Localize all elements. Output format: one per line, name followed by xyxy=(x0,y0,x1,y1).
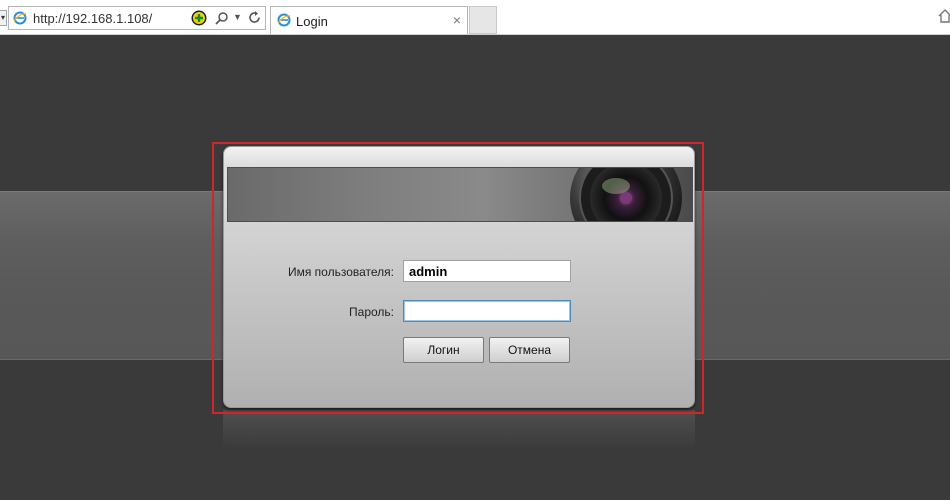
chevron-down-icon[interactable]: ▾ xyxy=(0,10,7,26)
tab-login[interactable]: Login × xyxy=(270,6,468,34)
home-icon[interactable] xyxy=(938,8,950,24)
panel-reflection xyxy=(223,410,695,450)
search-icon[interactable] xyxy=(215,11,229,25)
go-icon[interactable] xyxy=(191,10,207,26)
browser-chrome: ▾ http://192.168.1.108/ ▼ Login × xyxy=(0,0,950,35)
new-tab-button[interactable] xyxy=(469,6,497,34)
close-icon[interactable]: × xyxy=(453,12,461,28)
tab-title: Login xyxy=(296,14,328,29)
ie-icon xyxy=(13,11,27,25)
url-text[interactable]: http://192.168.1.108/ xyxy=(33,11,152,26)
ie-icon xyxy=(277,13,291,27)
dropdown-icon[interactable]: ▼ xyxy=(233,12,242,22)
highlight-frame xyxy=(212,142,704,414)
refresh-icon[interactable] xyxy=(247,10,262,25)
address-bar[interactable]: http://192.168.1.108/ ▼ xyxy=(8,6,266,30)
